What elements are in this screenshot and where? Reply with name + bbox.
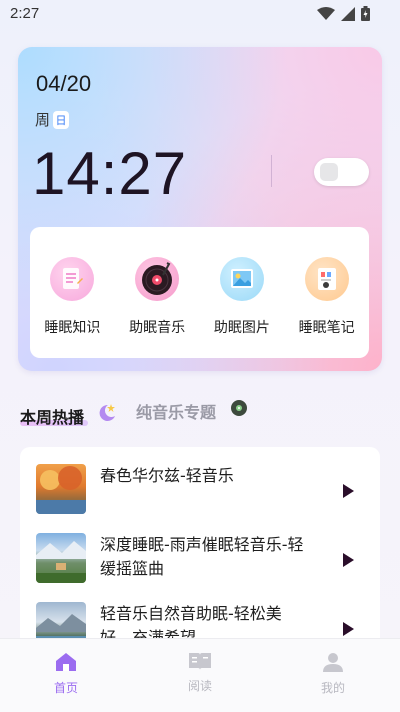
clock-card: 04/20 周 日 14:27 睡眠知识 助眠音乐 助眠图片 睡眠笔记 — [18, 47, 382, 371]
play-icon[interactable] — [340, 621, 356, 637]
shortcut-label: 助眠音乐 — [129, 320, 186, 336]
shortcut-sleep-pictures[interactable]: 助眠图片 — [202, 227, 282, 337]
user-icon — [323, 653, 343, 672]
weekday-badge: 日 — [53, 110, 70, 129]
nav-label: 首页 — [53, 681, 78, 695]
vinyl-disc-icon — [231, 400, 247, 416]
home-icon — [56, 653, 76, 671]
nav-home[interactable]: 首页 — [36, 651, 96, 696]
playlist-card: 春色华尔兹-轻音乐 深度睡眠-雨声催眠轻音乐-轻缓摇篮曲 轻音乐自然音助眠-轻松… — [20, 447, 380, 647]
shortcut-sleep-knowledge[interactable]: 睡眠知识 — [32, 227, 112, 337]
shortcut-label: 睡眠笔记 — [298, 320, 355, 336]
nav-label: 我的 — [320, 681, 345, 695]
track-thumbnail — [36, 464, 86, 514]
play-icon[interactable] — [340, 552, 356, 568]
vinyl-record-icon — [135, 257, 180, 301]
track-title: 春色华尔兹-轻音乐 — [100, 466, 234, 485]
clock-time: 14:27 — [32, 140, 188, 207]
playlist-item[interactable]: 春色华尔兹-轻音乐 — [20, 464, 380, 530]
battery-icon — [361, 6, 370, 21]
nav-mine[interactable]: 我的 — [303, 651, 363, 696]
toggle-knob — [320, 163, 338, 181]
note-icon — [304, 257, 349, 301]
signal-icon — [341, 6, 355, 21]
shortcut-panel: 睡眠知识 助眠音乐 助眠图片 睡眠笔记 — [30, 227, 369, 358]
mode-toggle[interactable] — [314, 158, 369, 186]
track-thumbnail — [36, 533, 86, 583]
weekday-prefix: 周 — [35, 111, 51, 129]
notebook-icon — [50, 257, 95, 301]
weekday-row: 周 日 — [35, 109, 70, 130]
wifi-icon — [317, 6, 335, 20]
tab-weekly-hot[interactable]: 本周热播 — [20, 404, 84, 428]
playlist-item[interactable]: 深度睡眠-雨声催眠轻音乐-轻缓摇篮曲 — [20, 533, 380, 599]
nav-label: 阅读 — [187, 679, 212, 693]
nav-read[interactable]: 阅读 — [170, 651, 230, 694]
tab-pure-music[interactable]: 纯音乐专题 — [136, 399, 216, 423]
status-icons — [317, 6, 370, 21]
shortcut-label: 睡眠知识 — [44, 320, 101, 336]
track-title: 深度睡眠-雨声催眠轻音乐-轻缓摇篮曲 — [100, 535, 304, 578]
shortcut-sleep-music[interactable]: 助眠音乐 — [117, 227, 197, 337]
date-label: 04/20 — [36, 71, 92, 96]
bottom-nav: 首页 阅读 我的 — [0, 638, 400, 712]
divider — [271, 155, 272, 187]
play-icon[interactable] — [340, 483, 356, 499]
status-bar: 2:27 — [0, 0, 400, 28]
shortcut-sleep-notes[interactable]: 睡眠笔记 — [287, 227, 367, 337]
moon-star-icon — [99, 404, 115, 421]
book-icon — [189, 653, 211, 670]
status-time: 2:27 — [10, 5, 40, 22]
picture-icon — [219, 257, 264, 301]
section-tabs: 本周热播 纯音乐专题 — [20, 398, 380, 430]
shortcut-label: 助眠图片 — [213, 320, 270, 336]
